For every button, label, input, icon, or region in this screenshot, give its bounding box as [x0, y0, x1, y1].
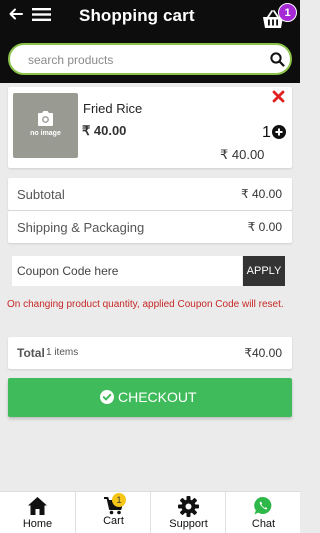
hamburger-menu-icon[interactable] — [32, 7, 51, 22]
coupon-warning-note: On changing product quantity, applied Co… — [7, 299, 284, 310]
check-circle-icon — [100, 390, 114, 404]
total-label: Total — [17, 346, 45, 360]
total-row: Total 1 items ₹40.00 — [8, 337, 292, 369]
subtotal-label: Subtotal — [17, 187, 65, 202]
subtotal-row: Subtotal ₹ 40.00 — [8, 178, 292, 210]
total-item-count: 1 items — [46, 347, 79, 358]
item-quantity: 1 — [262, 124, 271, 141]
nav-chat-label: Chat — [251, 518, 276, 530]
product-image-placeholder: no image — [13, 93, 78, 158]
product-price: ₹ 40.00 — [82, 123, 127, 138]
cart-count-badge: 1 — [278, 3, 297, 22]
coupon-code-input[interactable] — [12, 256, 242, 286]
shipping-value: ₹ 0.00 — [247, 220, 282, 234]
cart-item-card: no image Fried Rice ₹ 40.00 1 ₹ 40.00 — [8, 87, 292, 168]
apply-coupon-button[interactable]: APPLY — [243, 256, 285, 286]
page-title: Shopping cart — [79, 6, 195, 25]
subtotal-value: ₹ 40.00 — [241, 187, 282, 201]
home-icon — [28, 497, 47, 515]
gear-icon — [178, 496, 199, 517]
nav-chat[interactable]: Chat — [225, 492, 300, 533]
remove-item-icon[interactable] — [272, 90, 285, 103]
shipping-label: Shipping & Packaging — [17, 220, 145, 235]
nav-support[interactable]: Support — [150, 492, 225, 533]
search-input[interactable] — [28, 51, 258, 69]
nav-cart-badge: 1 — [112, 493, 126, 507]
arrow-left-icon[interactable] — [8, 6, 24, 22]
camera-icon — [38, 111, 53, 126]
checkout-label: CHECKOUT — [118, 389, 197, 405]
nav-home-label: Home — [22, 518, 53, 530]
header-cart-button[interactable]: 1 — [262, 3, 298, 33]
search-icon[interactable] — [270, 52, 285, 67]
whatsapp-icon — [254, 496, 272, 515]
app-header: Shopping cart 1 — [0, 0, 300, 83]
no-image-label: no image — [30, 130, 61, 137]
item-line-total: ₹ 40.00 — [220, 147, 265, 162]
shipping-row: Shipping & Packaging ₹ 0.00 — [8, 211, 292, 243]
nav-home[interactable]: Home — [0, 492, 75, 533]
plus-circle-icon[interactable] — [272, 125, 286, 139]
total-value: ₹40.00 — [244, 346, 282, 360]
bottom-navigation: Home 1 Cart Support Chat — [0, 491, 300, 533]
checkout-button[interactable]: CHECKOUT — [8, 378, 292, 417]
search-bar — [8, 43, 292, 75]
nav-support-label: Support — [169, 518, 208, 530]
nav-cart-label: Cart — [103, 515, 124, 527]
product-name: Fried Rice — [83, 101, 143, 116]
nav-cart[interactable]: 1 Cart — [75, 492, 150, 533]
